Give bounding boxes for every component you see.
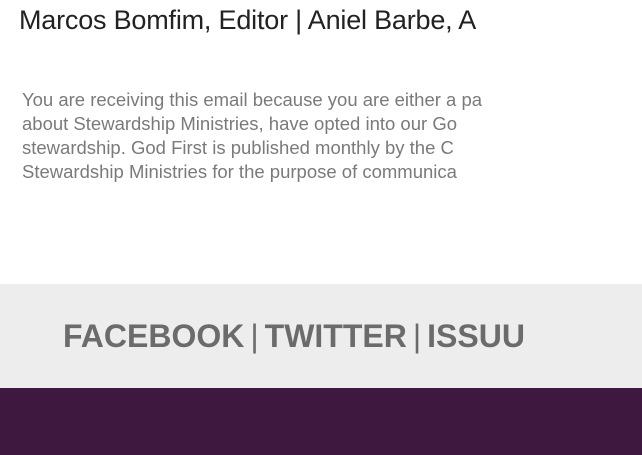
separator: | — [412, 318, 422, 354]
notice-line-1: You are receiving this email because you… — [22, 89, 483, 110]
email-page: Marcos Bomfim, Editor | Aniel Barbe, A Y… — [0, 0, 642, 455]
footer-band — [0, 388, 642, 455]
notice-line-2: about Stewardship Ministries, have opted… — [22, 113, 457, 134]
subscription-notice: You are receiving this email because you… — [22, 88, 642, 184]
notice-line-3: stewardship. God First is published mont… — [22, 137, 454, 158]
facebook-link[interactable]: FACEBOOK — [63, 318, 244, 354]
issuu-link[interactable]: ISSUU — [427, 318, 525, 354]
notice-line-4: Stewardship Ministries for the purpose o… — [22, 161, 457, 182]
twitter-link[interactable]: TWITTER — [265, 318, 407, 354]
editor-credits: Marcos Bomfim, Editor | Aniel Barbe, A — [19, 5, 477, 35]
separator: | — [250, 318, 259, 354]
social-links: FACEBOOK | TWITTER | ISSUU — [63, 314, 525, 358]
social-links-bar: FACEBOOK | TWITTER | ISSUU — [0, 284, 642, 388]
